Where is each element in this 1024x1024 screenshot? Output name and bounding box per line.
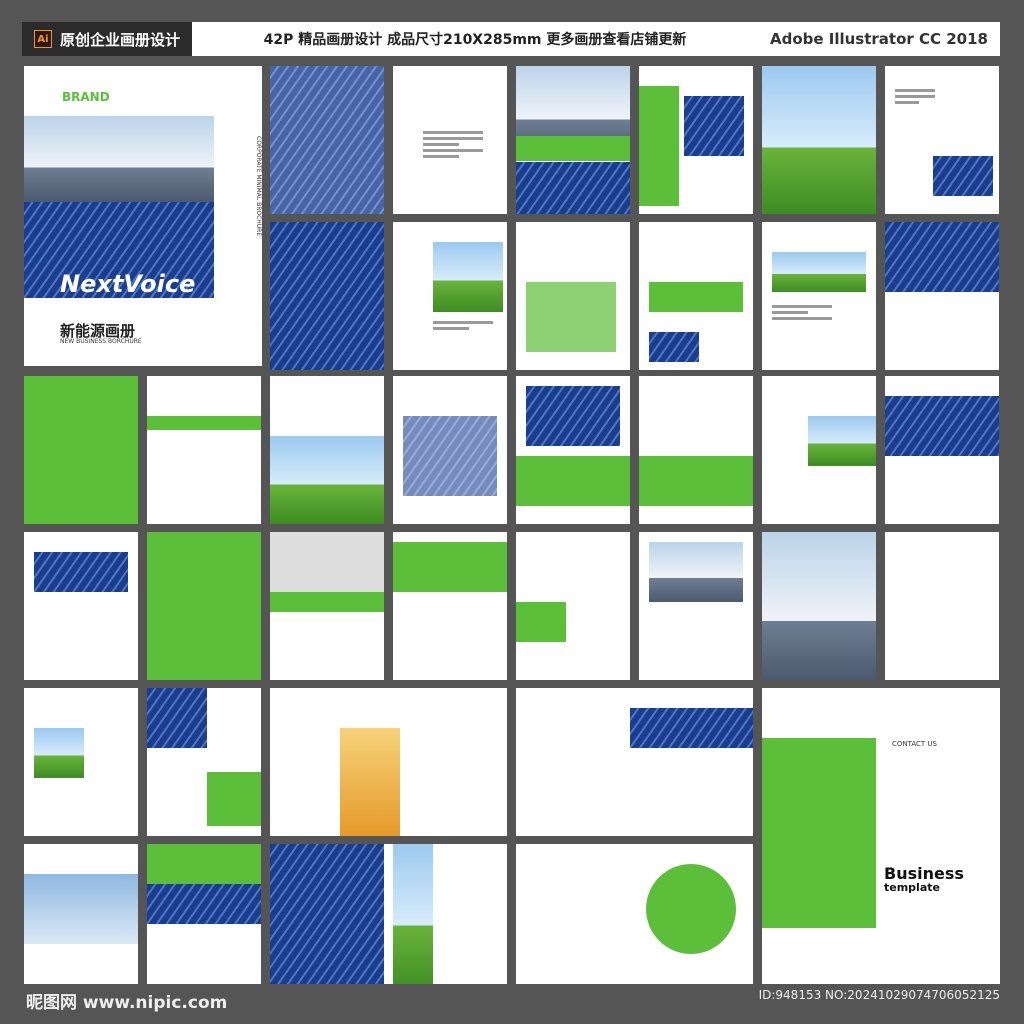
top-banner: Ai 原创企业画册设计 42P 精品画册设计 成品尺寸210X285mm 更多画… — [22, 22, 1000, 56]
page-25[interactable] — [516, 532, 630, 680]
cover-vertical-text: CORPORATE MINIMAL BROCHURE — [255, 136, 262, 237]
page-2[interactable] — [270, 66, 384, 214]
page-27[interactable] — [762, 532, 876, 680]
page-14[interactable] — [147, 376, 261, 524]
banner-right: Adobe Illustrator CC 2018 — [757, 22, 1000, 56]
page-33[interactable] — [24, 844, 138, 992]
page-4[interactable] — [393, 222, 507, 370]
page-15[interactable] — [270, 376, 384, 524]
nextvoice-logo: NextVoice — [60, 270, 196, 298]
contact-heading: CONTACT US — [892, 740, 937, 748]
page-toc[interactable] — [393, 66, 507, 214]
page-19[interactable] — [762, 376, 876, 524]
page-32[interactable] — [516, 688, 753, 836]
page-26[interactable] — [639, 532, 753, 680]
city-image — [24, 116, 214, 202]
page-10[interactable] — [762, 222, 876, 370]
back-green-block — [762, 738, 876, 928]
page-5[interactable] — [516, 66, 630, 214]
page-23[interactable] — [270, 532, 384, 680]
cover-subtitle: NEW BUSINESS BORCHURE — [60, 338, 142, 345]
page-8[interactable] — [639, 222, 753, 370]
page-31[interactable] — [270, 688, 507, 836]
page-35[interactable] — [270, 844, 507, 992]
page-16[interactable] — [393, 376, 507, 524]
page-18[interactable] — [639, 376, 753, 524]
page-36[interactable] — [516, 844, 753, 992]
page-29[interactable] — [24, 688, 138, 836]
template-title: template — [884, 881, 940, 894]
banner-left-text: 原创企业画册设计 — [60, 30, 181, 49]
page-21[interactable] — [24, 532, 138, 680]
banner-middle: 42P 精品画册设计 成品尺寸210X285mm 更多画册查看店铺更新 — [192, 22, 758, 56]
page-30[interactable] — [147, 688, 261, 836]
banner-left: Ai 原创企业画册设计 — [22, 22, 193, 56]
image-id: ID:948153 NO:20241029074706052125 — [758, 988, 1000, 1002]
watermark: 昵图网 www.nipic.com — [26, 993, 228, 1013]
page-24[interactable] — [393, 532, 507, 680]
page-7[interactable] — [639, 66, 753, 214]
brand-logo: BRAND — [62, 90, 110, 104]
cover-page[interactable]: BRAND NextVoice CORPORATE MINIMAL BROCHU… — [24, 66, 262, 366]
page-20[interactable] — [885, 376, 999, 524]
page-11[interactable] — [885, 66, 999, 214]
page-9[interactable] — [762, 66, 876, 214]
page-17[interactable] — [516, 376, 630, 524]
page-12[interactable] — [885, 222, 999, 370]
illustrator-icon: Ai — [34, 30, 52, 48]
page-22[interactable] — [147, 532, 261, 680]
page-34[interactable] — [147, 844, 261, 992]
back-cover[interactable]: CONTACT US Business template — [762, 688, 1000, 988]
page-6[interactable] — [516, 222, 630, 370]
page-28[interactable] — [885, 532, 999, 680]
page-3[interactable] — [270, 222, 384, 370]
page-13[interactable] — [24, 376, 138, 524]
